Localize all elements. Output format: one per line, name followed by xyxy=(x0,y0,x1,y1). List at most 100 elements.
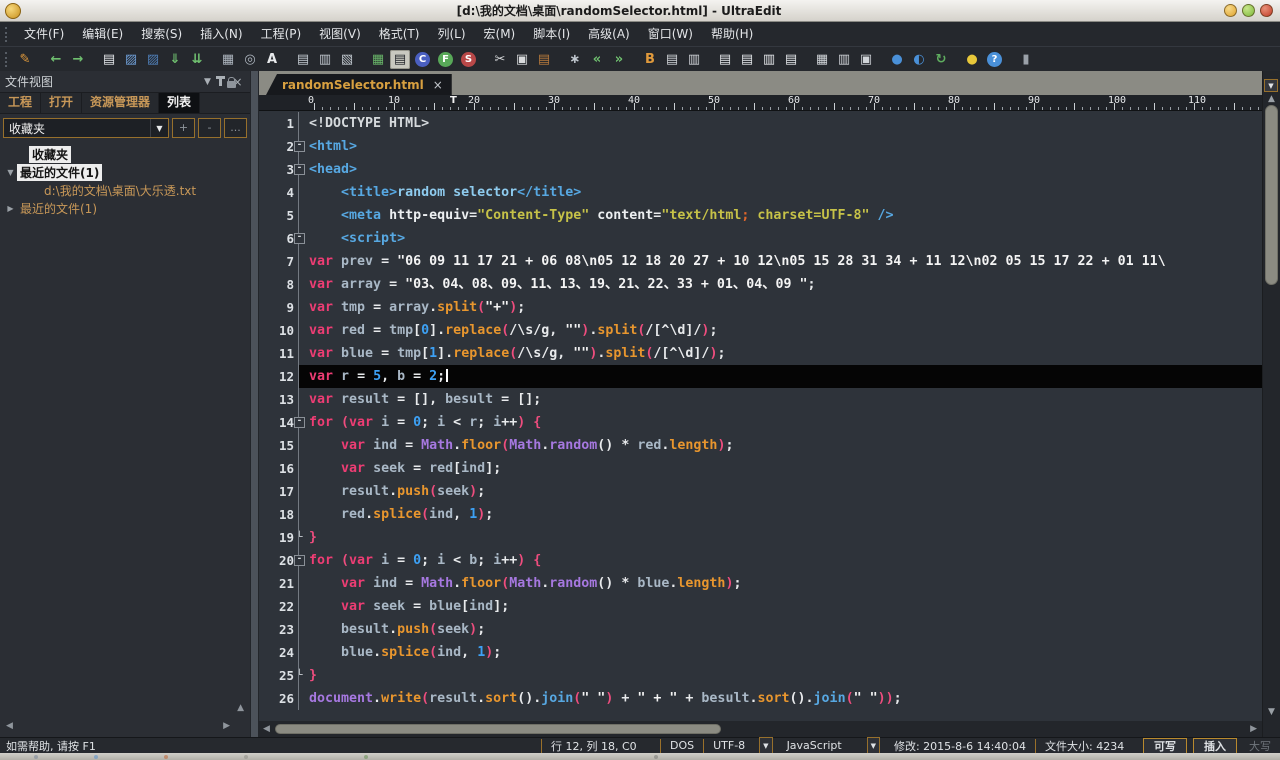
code-line[interactable]: 24 blue.splice(ind, 1); xyxy=(259,641,1262,664)
function-list-icon[interactable]: ▤ xyxy=(390,50,410,69)
code-line[interactable]: 13var result = [], besult = []; xyxy=(259,388,1262,411)
fold-marker-icon[interactable] xyxy=(292,457,307,480)
file-tab[interactable]: randomSelector.html × xyxy=(266,74,452,95)
fold-marker-icon[interactable] xyxy=(292,204,307,227)
code-line[interactable]: 20-for (var i = 0; i < b; i++) { xyxy=(259,549,1262,572)
expander-icon[interactable]: ▼ xyxy=(4,168,17,177)
fold-marker-icon[interactable]: - xyxy=(294,233,305,244)
code-line[interactable]: 26document.write(result.sort().join(" ")… xyxy=(259,687,1262,710)
code-line[interactable]: 14-for (var i = 0; i < r; i++) { xyxy=(259,411,1262,434)
fold-marker-icon[interactable] xyxy=(292,365,307,388)
bookmark-icon[interactable]: B xyxy=(640,50,660,69)
new-file-wizard-icon[interactable]: ✎ xyxy=(15,50,35,69)
quick-open-icon[interactable]: ▨ xyxy=(143,50,163,69)
menu-item[interactable]: 格式(T) xyxy=(370,22,429,46)
code-line[interactable]: 9var tmp = array.split("+"); xyxy=(259,296,1262,319)
fold-marker-icon[interactable] xyxy=(292,112,307,135)
find-next-icon[interactable]: » xyxy=(609,50,629,69)
refresh-icon[interactable]: ↻ xyxy=(931,50,951,69)
fold-marker-icon[interactable] xyxy=(292,618,307,641)
doc-macro-icon[interactable]: ▥ xyxy=(759,50,779,69)
sidebar-scroll-up-icon[interactable]: ▲ xyxy=(237,704,244,713)
code-line-text[interactable]: var red = tmp[0].replace(/\s/g, "").spli… xyxy=(307,319,1262,342)
tab-close-icon[interactable]: × xyxy=(433,78,443,92)
paste-icon[interactable]: ▤ xyxy=(534,50,554,69)
modified-lines-icon[interactable]: ▥ xyxy=(684,50,704,69)
fold-marker-icon[interactable]: - xyxy=(294,141,305,152)
code-line[interactable]: 12var r = 5, b = 2; xyxy=(259,365,1262,388)
fold-marker-icon[interactable]: └ xyxy=(292,664,307,687)
code-line-text[interactable]: <!DOCTYPE HTML> xyxy=(307,112,1262,135)
code-line[interactable]: 11var blue = tmp[1].replace(/\s/g, "").s… xyxy=(259,342,1262,365)
code-line[interactable]: 2-<html> xyxy=(259,135,1262,158)
menu-item[interactable]: 帮助(H) xyxy=(702,22,762,46)
sort-icon[interactable]: ▥ xyxy=(315,50,335,69)
fold-marker-icon[interactable] xyxy=(292,434,307,457)
fold-marker-icon[interactable]: - xyxy=(294,417,305,428)
code-line[interactable]: 21 var ind = Math.floor(Math.random() * … xyxy=(259,572,1262,595)
scroll-down-icon[interactable]: ▼ xyxy=(1263,708,1280,717)
code-line-text[interactable]: var result = [], besult = []; xyxy=(307,388,1262,411)
back-icon[interactable]: ← xyxy=(46,50,66,69)
horizontal-scrollbar[interactable]: ◀ ▶ xyxy=(259,721,1262,737)
code-line-text[interactable]: <title>random selector</title> xyxy=(307,181,1262,204)
tree-item-recent-files-collapsed[interactable]: ▶最近的文件(1) xyxy=(0,199,250,217)
fold-marker-icon[interactable] xyxy=(292,273,307,296)
menu-item[interactable]: 脚本(I) xyxy=(524,22,579,46)
cut-icon[interactable]: ✂ xyxy=(490,50,510,69)
code-line-text[interactable]: } xyxy=(307,526,1262,549)
tab-list-dropdown[interactable]: ▼ xyxy=(1264,79,1278,92)
window-split-icon[interactable]: ▥ xyxy=(834,50,854,69)
maximize-button[interactable] xyxy=(1242,4,1255,17)
favorites-remove-button[interactable]: - xyxy=(198,118,221,138)
fold-marker-icon[interactable] xyxy=(292,503,307,526)
browser-view-icon[interactable]: ● xyxy=(887,50,907,69)
capitalize-convert-icon[interactable]: S xyxy=(461,52,476,67)
code-line-text[interactable]: var blue = tmp[1].replace(/\s/g, "").spl… xyxy=(307,342,1262,365)
syntax-dropdown-icon[interactable]: ▼ xyxy=(759,737,772,755)
hex-edit-icon[interactable]: ▧ xyxy=(337,50,357,69)
sidebar-tab-open[interactable]: 打开 xyxy=(41,93,82,113)
tree-item-favorites[interactable]: 收藏夹 xyxy=(0,145,250,163)
fold-marker-icon[interactable] xyxy=(292,572,307,595)
favorites-combo[interactable]: 收藏夹 ▼ xyxy=(3,118,169,138)
vertical-scrollbar-thumb[interactable] xyxy=(1265,105,1278,285)
code-line-text[interactable]: for (var i = 0; i < b; i++) { xyxy=(307,549,1262,572)
horizontal-scrollbar-thumb[interactable] xyxy=(275,724,721,734)
save-all-icon[interactable]: ⇊ xyxy=(187,50,207,69)
fold-marker-icon[interactable]: - xyxy=(294,164,305,175)
favorites-add-button[interactable]: + xyxy=(172,118,195,138)
lowercase-convert-icon[interactable]: C xyxy=(415,52,430,67)
close-button[interactable] xyxy=(1260,4,1273,17)
fold-marker-icon[interactable] xyxy=(292,687,307,710)
copy-history-icon[interactable]: ▣ xyxy=(856,50,876,69)
paragraph-list-icon[interactable]: ▤ xyxy=(293,50,313,69)
menu-item[interactable]: 视图(V) xyxy=(310,22,370,46)
menu-item[interactable]: 插入(N) xyxy=(191,22,251,46)
writable-button[interactable]: 可写 xyxy=(1143,738,1187,754)
files-dropdown-icon[interactable]: ▼ xyxy=(867,737,880,755)
code-line[interactable]: 17 result.push(seek); xyxy=(259,480,1262,503)
code-line-text[interactable]: for (var i = 0; i < r; i++) { xyxy=(307,411,1262,434)
code-line[interactable]: 4 <title>random selector</title> xyxy=(259,181,1262,204)
code-line-text[interactable]: var ind = Math.floor(Math.random() * red… xyxy=(307,434,1262,457)
code-line[interactable]: 25└} xyxy=(259,664,1262,687)
code-line[interactable]: 6- <script> xyxy=(259,227,1262,250)
sidebar-splitter[interactable] xyxy=(250,71,259,737)
tip-icon[interactable]: ● xyxy=(962,50,982,69)
fold-marker-icon[interactable] xyxy=(292,296,307,319)
tree-item-recent-file-path[interactable]: d:\我的文档\桌面\大乐透.txt xyxy=(0,181,250,199)
code-view[interactable]: 1<!DOCTYPE HTML> 2-<html> 3-<head> 4 <ti… xyxy=(259,111,1262,721)
fold-marker-icon[interactable] xyxy=(292,595,307,618)
doc-script-icon[interactable]: ▤ xyxy=(781,50,801,69)
menu-item[interactable]: 文件(F) xyxy=(15,22,73,46)
scroll-open-files-icon[interactable]: ▮ xyxy=(1016,50,1036,69)
menu-item[interactable]: 搜索(S) xyxy=(132,22,191,46)
code-line[interactable]: 5 <meta http-equiv="Content-Type" conten… xyxy=(259,204,1262,227)
code-line[interactable]: 16 var seek = red[ind]; xyxy=(259,457,1262,480)
fold-marker-icon[interactable]: - xyxy=(294,555,305,566)
uppercase-convert-icon[interactable]: F xyxy=(438,52,453,67)
code-line[interactable]: 18 red.splice(ind, 1); xyxy=(259,503,1262,526)
scroll-up-icon[interactable]: ▲ xyxy=(1263,95,1280,104)
code-line-text[interactable]: var r = 5, b = 2; xyxy=(307,365,1262,388)
